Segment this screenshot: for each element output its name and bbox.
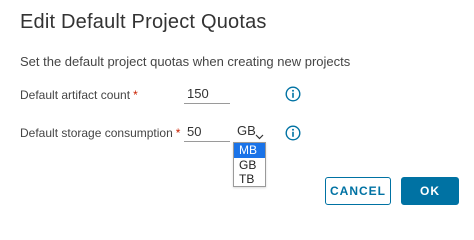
- storage-unit-dropdown: MB GB TB: [233, 142, 266, 187]
- unit-option-tb[interactable]: TB: [234, 172, 265, 187]
- dialog-title: Edit Default Project Quotas: [20, 11, 267, 33]
- unit-option-gb[interactable]: GB: [234, 158, 265, 173]
- info-icon[interactable]: [285, 125, 301, 141]
- artifact-count-label: Default artifact count *: [20, 88, 138, 102]
- storage-value-input[interactable]: [184, 122, 230, 142]
- unit-option-mb[interactable]: MB: [234, 143, 265, 158]
- ok-button[interactable]: OK: [401, 177, 459, 205]
- storage-unit-select[interactable]: GB: [237, 123, 267, 141]
- storage-label-text: Default storage consumption: [20, 126, 173, 140]
- cancel-button[interactable]: CANCEL: [325, 177, 391, 205]
- info-icon[interactable]: [285, 86, 301, 102]
- required-asterisk: *: [133, 88, 138, 102]
- storage-label: Default storage consumption *: [20, 126, 180, 140]
- storage-unit-selected: GB: [237, 123, 256, 138]
- chevron-down-icon: [255, 128, 264, 143]
- edit-quotas-dialog: Edit Default Project Quotas Set the defa…: [0, 0, 474, 223]
- required-asterisk: *: [175, 126, 181, 140]
- dialog-subtitle: Set the default project quotas when crea…: [20, 54, 351, 69]
- artifact-count-input[interactable]: [184, 84, 230, 104]
- artifact-count-label-text: Default artifact count: [20, 88, 131, 102]
